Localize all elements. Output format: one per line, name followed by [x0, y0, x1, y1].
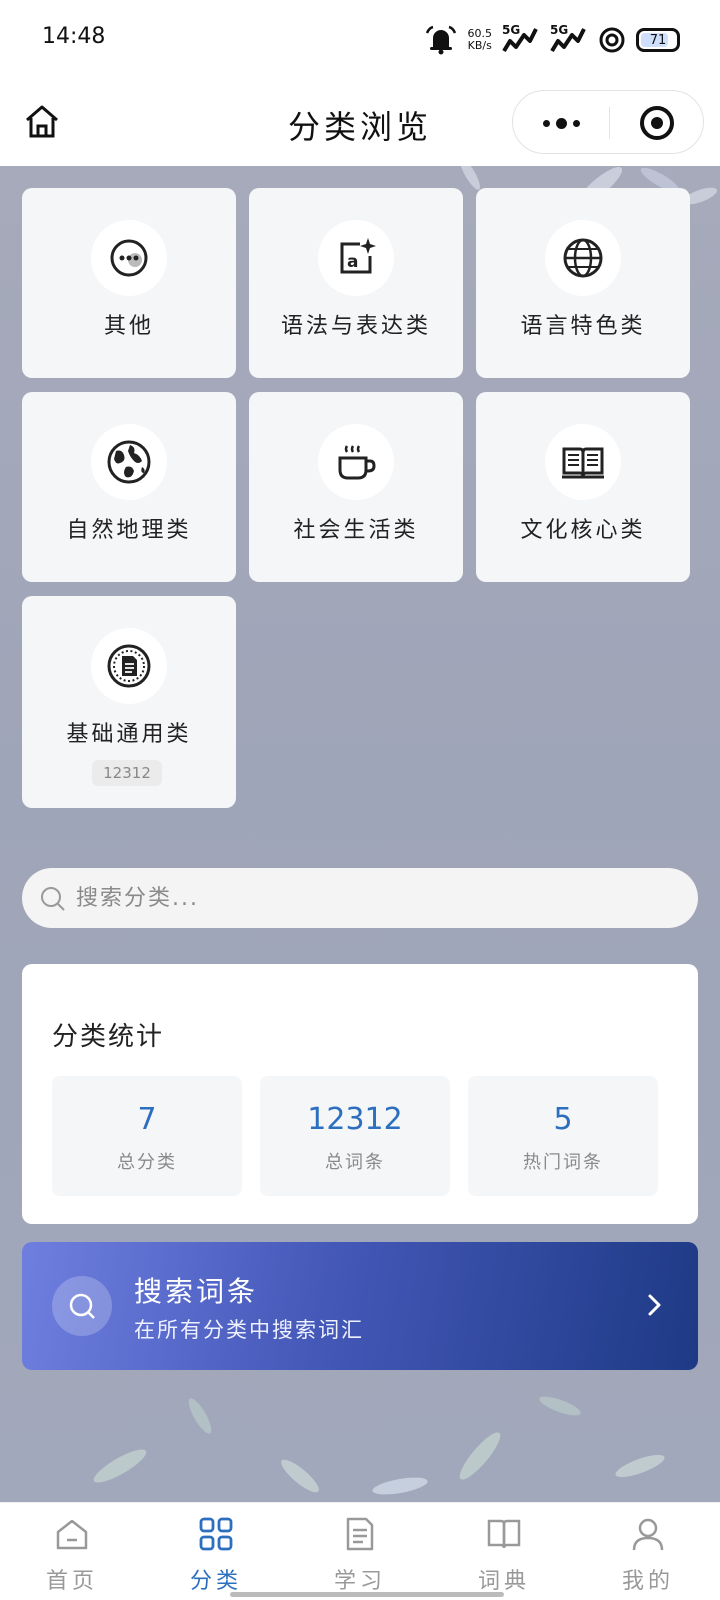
category-stats-card: 分类统计 7 总分类 12312 总词条 5 热门词条 [22, 964, 698, 1224]
category-card[interactable]: 基础通用类 12312 [22, 596, 236, 808]
signal-icon: 5G [550, 23, 588, 55]
bottom-tab-bar: 首页 分类 学习 词典 我的 [0, 1502, 720, 1600]
user-icon [632, 1518, 664, 1551]
main-content: 其他 a 语法与表达类 语言特色类 自然地理类 社会生活类 文化核心类 基础通用… [0, 166, 720, 1502]
close-button[interactable] [609, 91, 705, 155]
stat-hot-entries: 5 热门词条 [468, 1076, 658, 1196]
status-bar: 14:48 60.5 KB/s 5G 5G 71 [0, 0, 720, 80]
category-label: 语法与表达类 [280, 314, 431, 339]
home-indicator [230, 1592, 504, 1597]
category-card[interactable]: 文化核心类 [476, 392, 690, 582]
stat-value: 7 [137, 1102, 157, 1137]
category-label: 社会生活类 [293, 518, 419, 543]
tab-study[interactable]: 学习 [288, 1503, 432, 1600]
category-card[interactable]: a 语法与表达类 [249, 188, 463, 378]
tab-home[interactable]: 首页 [0, 1503, 144, 1600]
book-icon [487, 1519, 521, 1549]
battery-icon: 71 [636, 28, 680, 52]
close-target-icon [640, 106, 674, 140]
home-icon [56, 1519, 88, 1550]
coffee-cup-icon [338, 445, 376, 480]
status-time: 14:48 [42, 24, 106, 49]
document-icon [346, 1517, 374, 1551]
tab-dictionary[interactable]: 词典 [432, 1503, 576, 1600]
category-card[interactable]: 语言特色类 [476, 188, 690, 378]
earth-icon [107, 440, 151, 484]
category-card[interactable]: 自然地理类 [22, 392, 236, 582]
stat-value: 12312 [307, 1102, 403, 1137]
category-search [22, 868, 698, 928]
search-entries-banner[interactable]: 搜索词条 在所有分类中搜索词汇 [22, 1242, 698, 1370]
open-book-icon [562, 447, 604, 479]
search-icon [41, 887, 65, 911]
stat-value: 5 [553, 1102, 573, 1137]
status-icons: 60.5 KB/s 5G 5G 71 [424, 20, 680, 60]
net-speed: 60.5 KB/s [467, 27, 493, 52]
category-card[interactable]: 其他 [22, 188, 236, 378]
stats-title: 分类统计 [52, 1022, 165, 1052]
stat-label: 总词条 [325, 1152, 385, 1173]
stat-total-categories: 7 总分类 [52, 1076, 242, 1196]
mini-program-capsule [512, 90, 704, 154]
chat-bubble-icon [110, 239, 148, 277]
tab-profile[interactable]: 我的 [576, 1503, 720, 1600]
hotspot-icon [599, 27, 625, 53]
stat-total-entries: 12312 总词条 [260, 1076, 450, 1196]
banner-title: 搜索词条 [134, 1275, 259, 1308]
category-label: 自然地理类 [66, 518, 192, 543]
category-label: 基础通用类 [66, 722, 192, 747]
category-label: 其他 [103, 314, 154, 339]
more-icon [542, 119, 550, 127]
category-card[interactable]: 社会生活类 [249, 392, 463, 582]
stat-label: 热门词条 [523, 1152, 603, 1173]
category-label: 语言特色类 [520, 314, 646, 339]
category-label: 文化核心类 [520, 518, 646, 543]
svg-text:a: a [347, 252, 358, 272]
document-badge-icon [107, 644, 151, 688]
signal-icon: 5G [502, 23, 540, 55]
globe-icon [563, 238, 603, 278]
grid-icon [199, 1517, 233, 1551]
chevron-right-icon [648, 1294, 661, 1316]
search-input[interactable] [76, 868, 676, 928]
banner-subtitle: 在所有分类中搜索词汇 [134, 1318, 364, 1342]
nav-bar: 分类浏览 [0, 80, 720, 166]
tab-category[interactable]: 分类 [144, 1503, 288, 1600]
category-count-badge: 12312 [92, 760, 162, 786]
more-button[interactable] [513, 91, 609, 155]
ai-text-icon: a [340, 238, 376, 274]
stat-label: 总分类 [117, 1152, 177, 1173]
search-icon [69, 1293, 95, 1319]
alarm-icon [425, 25, 456, 55]
